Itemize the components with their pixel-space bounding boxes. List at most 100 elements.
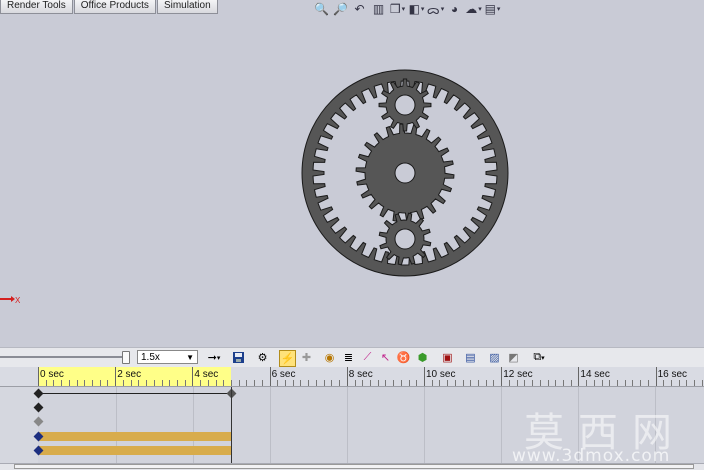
- ruler-minor-tick: [701, 380, 703, 386]
- contact-icon[interactable]: ⟋: [360, 350, 375, 365]
- play-mode-icon[interactable]: ➞ ▾: [203, 350, 225, 365]
- ruler-minor-tick: [161, 380, 163, 386]
- motion-study-timeline[interactable]: 0 sec 2 sec 4 sec 6 sec 8 sec 10 sec 12 sec 14 …: [0, 367, 704, 470]
- ruler-minor-tick: [678, 380, 680, 386]
- scrollbar-thumb[interactable]: [14, 464, 694, 469]
- hide-show-items-icon[interactable]: ᯅ ▾: [427, 1, 444, 17]
- playback-speed-select[interactable]: 1.5x ▼: [137, 350, 198, 364]
- ruler-minor-tick: [385, 380, 387, 386]
- ruler-minor-tick: [593, 380, 595, 386]
- ruler-minor-tick: [130, 380, 132, 386]
- ruler-minor-tick: [570, 380, 572, 386]
- sun-gear[interactable]: [355, 123, 455, 223]
- results-plots-icon[interactable]: ♉: [396, 350, 411, 365]
- ruler-minor-tick: [539, 380, 541, 386]
- edit-appearance-icon[interactable]: ◕: [446, 1, 463, 17]
- collapse-icon[interactable]: ⧉ ▾: [527, 350, 551, 365]
- ruler-minor-tick: [308, 380, 310, 386]
- calculate-icon[interactable]: ◩: [506, 350, 521, 365]
- playback-slider[interactable]: [0, 356, 124, 358]
- change-bar[interactable]: [38, 432, 231, 441]
- tab-office-products[interactable]: Office Products: [73, 0, 156, 14]
- ruler-minor-tick: [261, 380, 263, 386]
- ruler-minor-tick: [416, 380, 418, 386]
- ring-gear[interactable]: [301, 69, 509, 277]
- view-orientation-icon[interactable]: ❒ ▾: [389, 1, 406, 17]
- ruler-major-tick: [269, 367, 271, 386]
- add-update-key-icon[interactable]: ✚: [299, 350, 314, 365]
- gravity-icon[interactable]: ↖: [378, 350, 393, 365]
- section-view-icon[interactable]: ▥: [370, 1, 387, 17]
- previous-view-icon[interactable]: ↶: [351, 1, 368, 17]
- view-results-icon[interactable]: ▨: [487, 350, 502, 365]
- view-settings-icon[interactable]: ▤ ▾: [484, 1, 501, 17]
- ruler-minor-tick: [53, 380, 55, 386]
- results-table-icon[interactable]: ▤: [463, 350, 478, 365]
- ruler-label: 14 sec: [580, 369, 610, 380]
- ruler-label: 2 sec: [117, 369, 142, 380]
- tab-simulation[interactable]: Simulation: [156, 0, 218, 14]
- tab-render-tools[interactable]: Render Tools: [0, 0, 73, 14]
- ruler-major-tick: [115, 367, 117, 386]
- ruler-minor-tick: [45, 380, 47, 386]
- motion-study-properties-icon[interactable]: ▣: [440, 350, 455, 365]
- ruler-minor-tick: [586, 380, 588, 386]
- zoom-to-area-icon[interactable]: 🔎: [332, 1, 349, 17]
- ruler-label: 0 sec: [40, 369, 64, 380]
- ruler-minor-tick: [246, 380, 248, 386]
- ruler-minor-tick: [300, 380, 302, 386]
- ruler-minor-tick: [99, 380, 101, 386]
- time-ruler[interactable]: 0 sec 2 sec 4 sec 6 sec 8 sec 10 sec 12 sec 14 …: [0, 367, 704, 387]
- ruler-minor-tick: [462, 380, 464, 386]
- ruler-minor-tick: [447, 380, 449, 386]
- ruler-minor-tick: [138, 380, 140, 386]
- save-animation-icon[interactable]: [231, 350, 246, 365]
- svg-text:X: X: [15, 296, 20, 305]
- display-style-icon[interactable]: ◧ ▾: [408, 1, 425, 17]
- ruler-minor-tick: [601, 380, 603, 386]
- key-span-line: [38, 393, 231, 394]
- time-bar[interactable]: [231, 387, 232, 463]
- autokey-icon[interactable]: ⚡: [279, 350, 296, 367]
- ruler-minor-tick: [254, 380, 256, 386]
- ruler-minor-tick: [61, 380, 63, 386]
- planetary-gear-model[interactable]: [301, 69, 509, 277]
- ruler-minor-tick: [107, 380, 109, 386]
- ruler-minor-tick: [223, 380, 225, 386]
- ruler-minor-tick: [377, 380, 379, 386]
- apply-scene-icon[interactable]: ☁ ▾: [465, 1, 482, 17]
- timeline-tracks[interactable]: [0, 387, 704, 463]
- animation-wizard-icon[interactable]: ⚙: [255, 350, 270, 365]
- planet-gear-bottom[interactable]: [378, 212, 432, 266]
- sensor-icon[interactable]: ⬢: [415, 350, 430, 365]
- ruler-minor-tick: [547, 380, 549, 386]
- ruler-minor-tick: [184, 380, 186, 386]
- ruler-minor-tick: [354, 380, 356, 386]
- zoom-to-fit-icon[interactable]: 🔍: [313, 1, 330, 17]
- ruler-label: 10 sec: [426, 369, 456, 380]
- ruler-minor-tick: [439, 380, 441, 386]
- ruler-label: 16 sec: [657, 369, 688, 380]
- ruler-major-tick: [38, 367, 39, 386]
- ruler-minor-tick: [516, 380, 518, 386]
- change-bar[interactable]: [38, 446, 231, 455]
- ruler-minor-tick: [331, 380, 333, 386]
- ruler-minor-tick: [238, 380, 240, 386]
- ruler-minor-tick: [339, 380, 341, 386]
- ruler-minor-tick: [624, 380, 626, 386]
- ruler-major-tick: [501, 367, 503, 386]
- motor-icon[interactable]: ◉: [322, 350, 337, 365]
- playback-slider-thumb[interactable]: [122, 351, 130, 364]
- ruler-minor-tick: [393, 380, 395, 386]
- ruler-minor-tick: [485, 380, 487, 386]
- ruler-label: 12 sec: [503, 369, 533, 380]
- ruler-minor-tick: [694, 380, 696, 386]
- ruler-label: 6 sec: [271, 369, 296, 380]
- graphics-area[interactable]: [0, 18, 704, 346]
- ruler-minor-tick: [508, 380, 510, 386]
- ruler-minor-tick: [524, 380, 526, 386]
- command-manager-tabs: Render Tools Office Products Simulation: [0, 0, 219, 14]
- ruler-label: 8 sec: [348, 369, 373, 380]
- ruler-major-tick: [655, 367, 657, 386]
- spring-icon[interactable]: ≣: [341, 350, 356, 365]
